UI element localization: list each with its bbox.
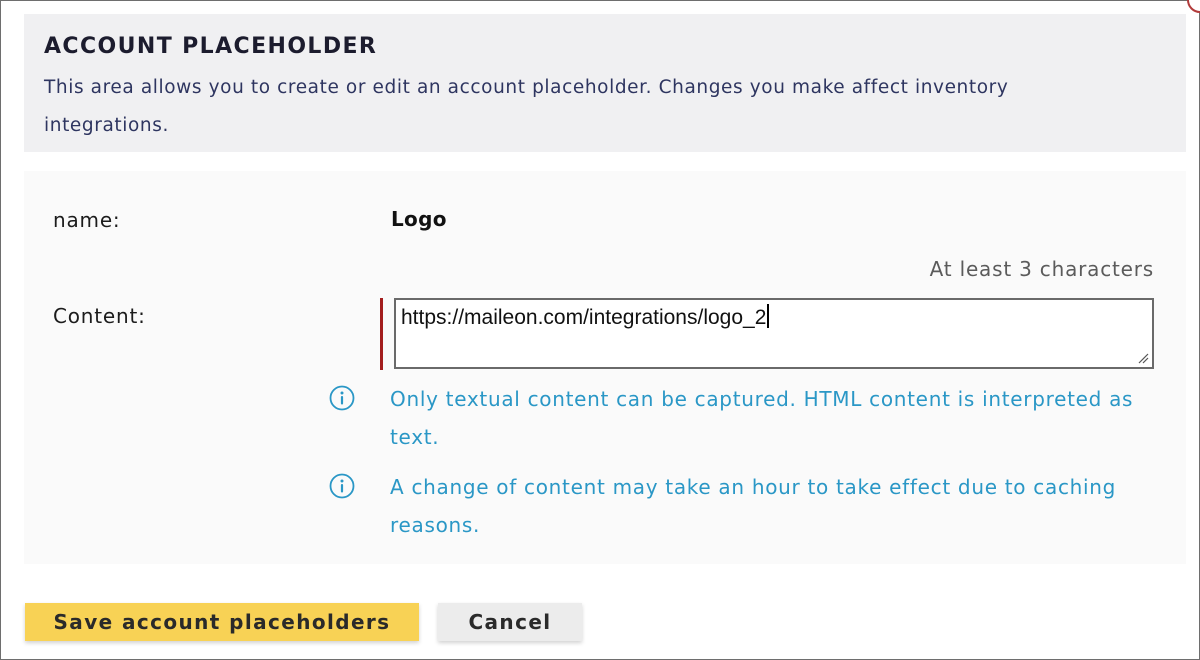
save-account-placeholders-button[interactable]: Save account placeholders xyxy=(25,603,419,641)
form-panel: name: Logo At least 3 characters Content… xyxy=(24,171,1186,564)
name-value: Logo xyxy=(391,207,447,231)
text-caret xyxy=(767,304,770,328)
info-icon xyxy=(329,473,355,499)
cancel-button[interactable]: Cancel xyxy=(438,603,582,641)
info-note-text: A change of content may take an hour to … xyxy=(390,475,1117,537)
resize-handle-icon[interactable] xyxy=(1138,353,1149,364)
content-textarea-value: https://maileon.com/integrations/logo_2 xyxy=(401,306,767,329)
required-field-marker xyxy=(380,298,383,370)
page-title: ACCOUNT PLACEHOLDER xyxy=(44,34,378,59)
window-corner-control xyxy=(1187,0,1200,13)
page-description: This area allows you to create or edit a… xyxy=(44,77,1009,136)
content-textarea[interactable]: https://maileon.com/integrations/logo_2 xyxy=(394,298,1154,369)
content-length-hint: At least 3 characters xyxy=(929,257,1154,281)
content-label: Content: xyxy=(53,304,146,328)
dialog-frame: ACCOUNT PLACEHOLDER This area allows you… xyxy=(0,0,1200,660)
name-label: name: xyxy=(53,208,121,232)
info-note-text: Only textual content can be captured. HT… xyxy=(390,387,1134,449)
header-panel: ACCOUNT PLACEHOLDER This area allows you… xyxy=(24,14,1186,152)
info-icon xyxy=(329,385,355,411)
